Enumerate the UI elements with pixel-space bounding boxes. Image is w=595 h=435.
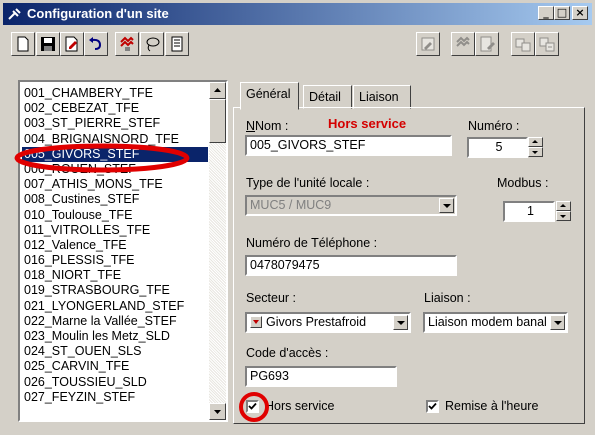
checkmark-icon [428, 402, 437, 410]
list-item[interactable]: 006_ROUEN_STEF [22, 162, 208, 177]
minimize-button[interactable]: _ [538, 6, 554, 20]
liaison-label: Liaison : [424, 291, 471, 305]
scroll-thumb[interactable] [209, 99, 226, 143]
tab-liaison[interactable]: Liaison [353, 85, 411, 109]
list-item[interactable]: 026_TOUSSIEU_SLD [22, 375, 208, 390]
list-item[interactable]: 007_ATHIS_MONS_TFE [22, 177, 208, 192]
report-icon[interactable] [165, 32, 189, 56]
list-item[interactable]: 010_Toulouse_TFE [22, 208, 208, 223]
secteur-value: Givors Prestafroid [266, 315, 367, 329]
list-scrollbar[interactable] [209, 82, 226, 420]
chevron-down-icon[interactable] [439, 198, 454, 213]
scroll-up-button[interactable] [209, 82, 226, 99]
chevron-down-icon[interactable] [393, 315, 408, 330]
new-document-icon[interactable] [11, 32, 35, 56]
list-item[interactable]: 019_STRASBOURG_TFE [22, 283, 208, 298]
maximize-button[interactable]: □ [554, 6, 570, 20]
list-item[interactable]: 012_Valence_TFE [22, 238, 208, 253]
modbus-label: Modbus : [497, 176, 549, 190]
liaison-select[interactable]: Liaison modem banal [423, 312, 568, 333]
list-item[interactable]: 002_CEBEZAT_TFE [22, 101, 208, 116]
tab-general[interactable]: Général [240, 82, 299, 110]
list-item[interactable]: 001_CHAMBERY_TFE [22, 86, 208, 101]
remise-checkbox[interactable] [426, 400, 439, 413]
title-bar[interactable]: Configuration d'un site _ □ × [3, 3, 592, 25]
copy-site-icon[interactable] [511, 32, 535, 56]
window-title: Configuration d'un site [27, 6, 169, 21]
flag-icon [250, 316, 262, 328]
checkmark-icon [248, 402, 257, 410]
toolbar [3, 28, 592, 64]
hors-service-label: Hors service [265, 399, 335, 413]
nom-field[interactable]: 005_GIVORS_STEF [245, 135, 452, 156]
app-icon [8, 8, 21, 20]
list-item[interactable]: 008_Custines_STEF [22, 192, 208, 207]
secteur-label: Secteur : [246, 291, 297, 305]
arrow-up-icon [214, 88, 221, 92]
stepper-down-icon[interactable] [528, 147, 543, 157]
liaison-value: Liaison modem banal [428, 315, 547, 329]
stepper-down-icon[interactable] [556, 211, 571, 221]
secteur-select[interactable]: Givors Prestafroid [245, 312, 411, 333]
edit-document-icon[interactable] [60, 32, 84, 56]
close-button[interactable]: × [572, 6, 588, 20]
list-item[interactable]: 004_BRIGNAISNORD_TFE [22, 132, 208, 147]
code-label: Code d'accès : [246, 346, 329, 360]
list-item[interactable]: 018_NIORT_TFE [22, 268, 208, 283]
hors-service-checkbox[interactable] [246, 400, 259, 413]
type-select[interactable]: MUC5 / MUC9 [245, 195, 457, 216]
remise-label: Remise à l'heure [445, 399, 539, 413]
lasso-icon[interactable] [140, 32, 164, 56]
paste-site-icon[interactable] [535, 32, 559, 56]
arrow-down-icon [214, 410, 221, 414]
numero-field[interactable]: 5 [467, 137, 528, 158]
verify-icon[interactable] [475, 32, 499, 56]
save-icon[interactable] [36, 32, 60, 56]
list-item[interactable]: 025_CARVIN_TFE [22, 359, 208, 374]
chevron-down-icon[interactable] [550, 315, 565, 330]
list-item[interactable]: 003_ST_PIERRE_STEF [22, 116, 208, 131]
numero-stepper[interactable] [528, 137, 543, 158]
type-value: MUC5 / MUC9 [250, 198, 332, 212]
type-label: Type de l'unité locale : [246, 176, 370, 190]
nom-label: NNom : [246, 119, 289, 133]
modbus-stepper[interactable] [556, 201, 571, 222]
modbus-field[interactable]: 1 [503, 201, 555, 222]
list-item[interactable]: 011_VITROLLES_TFE [22, 223, 208, 238]
list-item[interactable]: 024_ST_OUEN_SLS [22, 344, 208, 359]
list-item[interactable]: 023_Moulin les Metz_SLD [22, 329, 208, 344]
undo-icon[interactable] [84, 32, 108, 56]
code-field[interactable]: PG693 [245, 366, 397, 387]
stepper-up-icon[interactable] [556, 201, 571, 211]
scroll-down-button[interactable] [209, 403, 226, 420]
config-window: Configuration d'un site _ □ × 001_CHAMBE… [0, 0, 595, 435]
site-list[interactable]: 001_CHAMBERY_TFE 002_CEBEZAT_TFE 003_ST_… [18, 80, 228, 422]
tab-detail[interactable]: Détail [303, 85, 352, 109]
list-item[interactable]: 027_FEYZIN_STEF [22, 390, 208, 405]
telephone-field[interactable]: 0478079475 [245, 255, 457, 276]
connect-icon[interactable] [115, 32, 139, 56]
form-icon[interactable] [416, 32, 440, 56]
list-item-selected[interactable]: 005_GIVORS_STEF [22, 146, 208, 162]
list-item[interactable]: 021_LYONGERLAND_STEF [22, 299, 208, 314]
list-item[interactable]: 016_PLESSIS_TFE [22, 253, 208, 268]
dispatch-icon[interactable] [451, 32, 475, 56]
telephone-label: Numéro de Téléphone : [246, 236, 378, 250]
stepper-up-icon[interactable] [528, 137, 543, 147]
status-banner: Hors service [328, 116, 407, 131]
list-item[interactable]: 022_Marne la Vallée_STEF [22, 314, 208, 329]
numero-label: Numéro : [468, 119, 520, 133]
